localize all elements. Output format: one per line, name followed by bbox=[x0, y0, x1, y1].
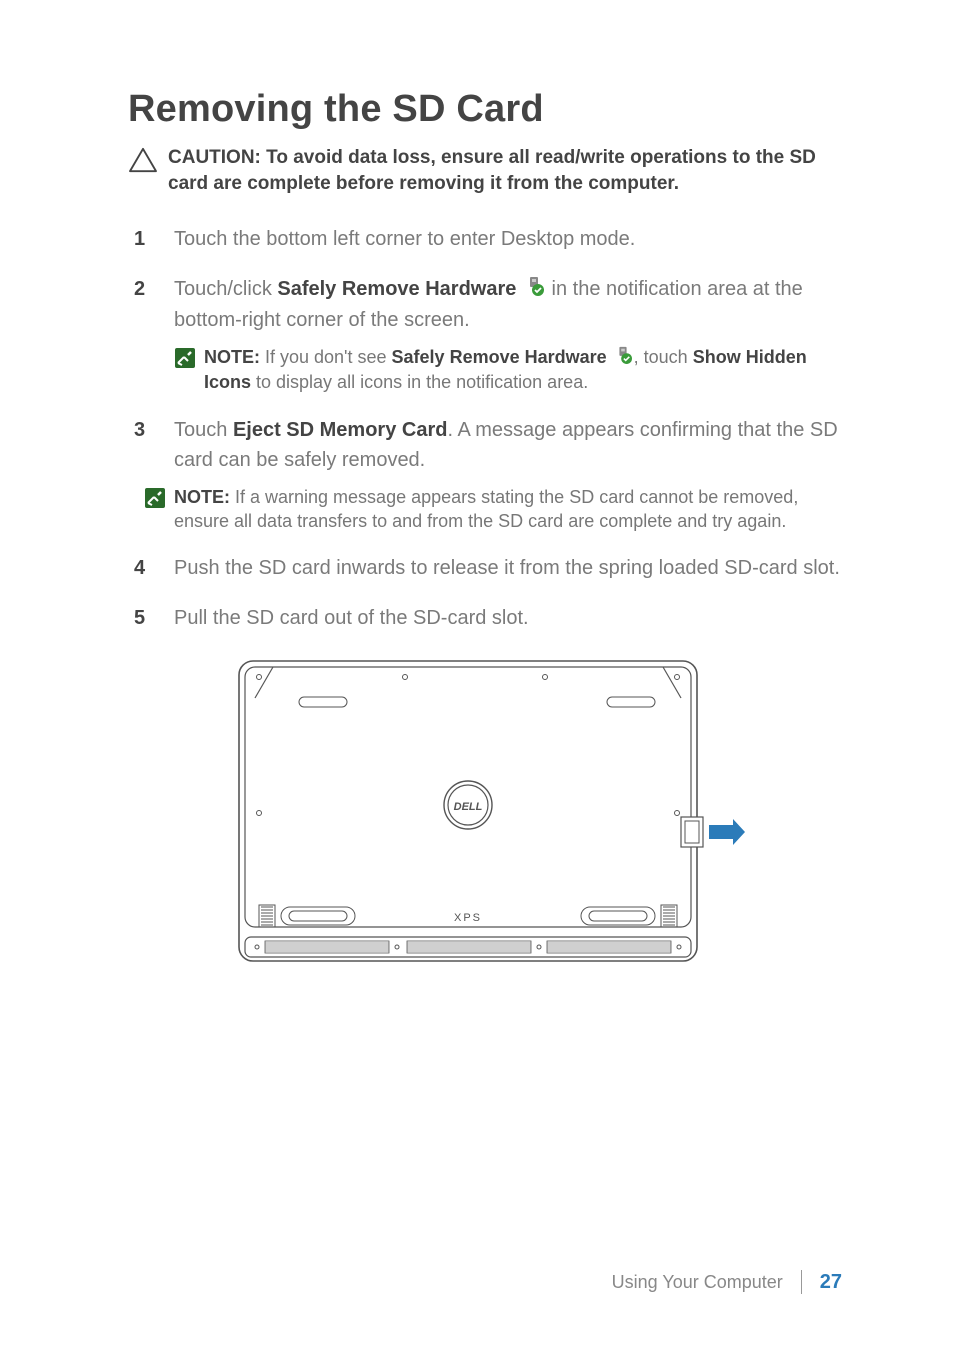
page-heading: Removing the SD Card bbox=[128, 88, 842, 131]
dell-logo-text: DELL bbox=[454, 801, 483, 813]
step-2: Touch/click Safely Remove Hardware in th… bbox=[128, 274, 842, 394]
safely-remove-hardware-icon bbox=[614, 346, 632, 370]
step-2-note-b: Safely Remove Hardware bbox=[392, 347, 607, 367]
note-label: NOTE: bbox=[204, 347, 260, 367]
step-3-note-body: NOTE: If a warning message appears stati… bbox=[174, 485, 842, 534]
step-2-note: NOTE: If you don't see Safely Remove Har… bbox=[174, 345, 842, 395]
footer-divider bbox=[801, 1270, 802, 1294]
note-icon bbox=[144, 487, 166, 509]
step-3: Touch Eject SD Memory Card. A message ap… bbox=[128, 415, 842, 534]
step-3-note: NOTE: If a warning message appears stati… bbox=[144, 485, 842, 534]
footer-section: Using Your Computer bbox=[612, 1272, 783, 1293]
caution-text: CAUTION: To avoid data loss, ensure all … bbox=[168, 145, 842, 196]
safely-remove-hardware-icon bbox=[524, 275, 544, 305]
step-2-note-c: , touch bbox=[634, 347, 693, 367]
step-2-bold: Safely Remove Hardware bbox=[277, 278, 516, 300]
xps-label: XPS bbox=[454, 912, 482, 924]
note-icon bbox=[174, 347, 196, 369]
step-5-text: Pull the SD card out of the SD-card slot… bbox=[174, 607, 529, 629]
page: Removing the SD Card CAUTION: To avoid d… bbox=[0, 0, 954, 1354]
step-5: Pull the SD card out of the SD-card slot… bbox=[128, 603, 842, 633]
step-3-note-text: If a warning message appears stating the… bbox=[174, 487, 798, 531]
step-list: Touch the bottom left corner to enter De… bbox=[128, 224, 842, 633]
step-4-text: Push the SD card inwards to release it f… bbox=[174, 557, 840, 579]
step-1: Touch the bottom left corner to enter De… bbox=[128, 224, 842, 254]
device-diagram: DELL XPS bbox=[225, 653, 745, 973]
step-2-note-a: If you don't see bbox=[260, 347, 392, 367]
caution-triangle-icon bbox=[128, 147, 158, 173]
note-label: NOTE: bbox=[174, 487, 230, 507]
step-3-bold: Eject SD Memory Card bbox=[233, 419, 448, 441]
page-footer: Using Your Computer 27 bbox=[612, 1270, 842, 1294]
step-1-text: Touch the bottom left corner to enter De… bbox=[174, 228, 635, 250]
step-2-note-e: to display all icons in the notification… bbox=[251, 372, 588, 392]
step-3-pre: Touch bbox=[174, 419, 233, 441]
caution-block: CAUTION: To avoid data loss, ensure all … bbox=[128, 145, 842, 196]
step-2-pre: Touch/click bbox=[174, 278, 277, 300]
page-number: 27 bbox=[820, 1271, 842, 1294]
step-4: Push the SD card inwards to release it f… bbox=[128, 553, 842, 583]
step-2-note-body: NOTE: If you don't see Safely Remove Har… bbox=[204, 345, 842, 395]
